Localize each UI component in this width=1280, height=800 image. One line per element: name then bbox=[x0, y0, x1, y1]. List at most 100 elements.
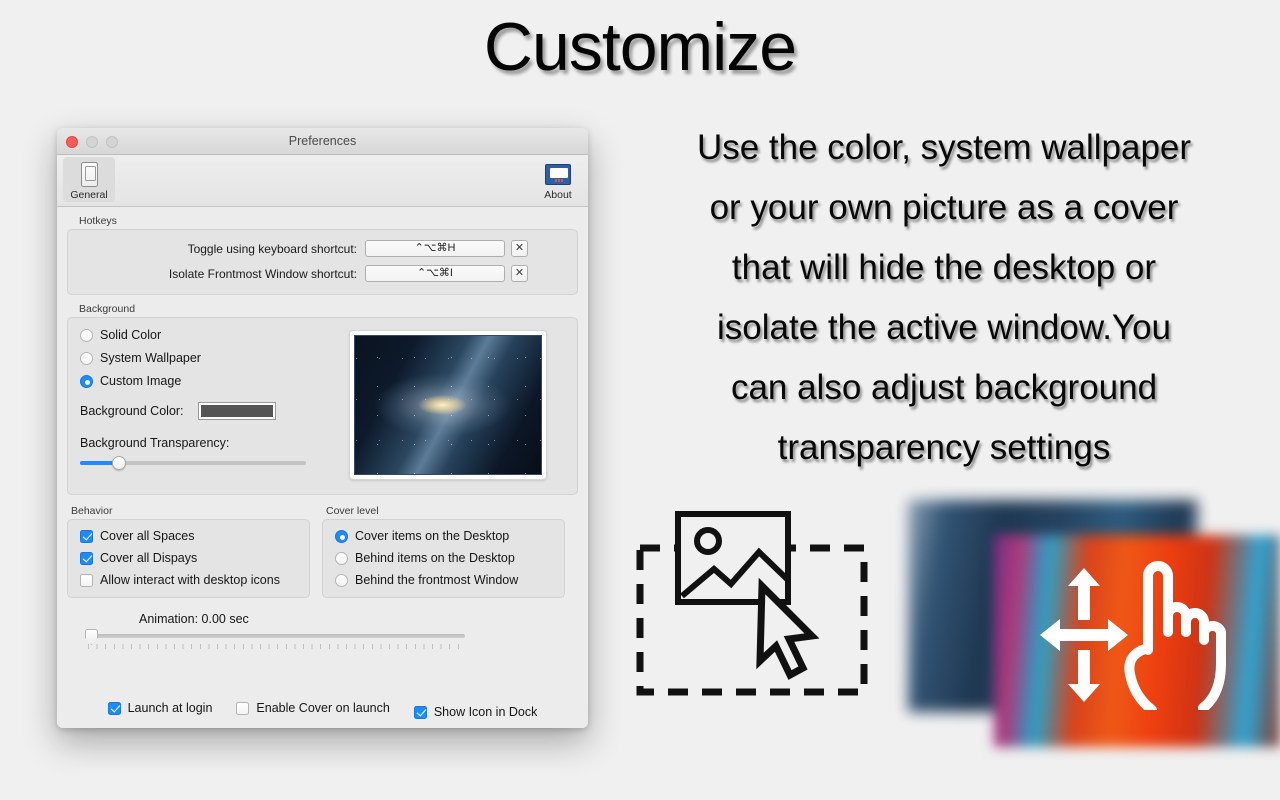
checkbox-enable-cover-on-launch[interactable]: Enable Cover on launch bbox=[236, 701, 390, 715]
paragraph-line: or your own picture as a cover bbox=[709, 188, 1179, 227]
hotkey-row: Toggle using keyboard shortcut: ⌃⌥⌘H ✕ bbox=[80, 240, 565, 257]
radio-icon bbox=[335, 573, 348, 587]
preferences-content: Hotkeys Toggle using keyboard shortcut: … bbox=[57, 215, 588, 728]
checkbox-icon bbox=[80, 573, 93, 587]
wallpaper-preview-column bbox=[330, 328, 565, 480]
behavior-group: Cover all Spaces Cover all Dispays Allow… bbox=[67, 519, 310, 598]
hotkeys-group: Toggle using keyboard shortcut: ⌃⌥⌘H ✕ I… bbox=[67, 229, 578, 295]
zoom-button-icon[interactable] bbox=[106, 136, 118, 148]
paragraph-line: transparency settings bbox=[777, 428, 1111, 467]
marketing-paragraph: Use the color, system wallpaper or your … bbox=[616, 118, 1272, 478]
blurred-wallpaper-pair bbox=[900, 500, 1280, 748]
slider-tick-marks bbox=[88, 644, 464, 649]
background-color-label: Background Color: bbox=[80, 404, 184, 418]
monitor-icon bbox=[532, 160, 584, 188]
page-title: Customize bbox=[483, 9, 797, 85]
galaxy-wallpaper-image bbox=[353, 335, 542, 475]
isolate-shortcut-label: Isolate Frontmost Window shortcut: bbox=[168, 266, 357, 281]
radio-solid-color-label: Solid Color bbox=[100, 328, 162, 342]
radio-behind-items-desktop[interactable]: Behind items on the Desktop bbox=[335, 551, 554, 565]
animation-section: Animation: 0.00 sec bbox=[67, 612, 578, 654]
checkbox-show-icon-in-dock[interactable]: Show Icon in Dock bbox=[413, 701, 538, 723]
image-placeholder-cursor-icon bbox=[636, 508, 868, 696]
radio-system-wallpaper[interactable]: System Wallpaper bbox=[80, 351, 330, 365]
radio-icon bbox=[80, 351, 93, 365]
checkbox-checked-icon bbox=[80, 551, 93, 565]
isolate-shortcut-field[interactable]: ⌃⌥⌘I bbox=[365, 265, 505, 282]
window-title: Preferences bbox=[288, 134, 357, 148]
clear-toggle-shortcut-button[interactable]: ✕ bbox=[511, 240, 528, 257]
checkbox-checked-icon bbox=[107, 701, 121, 715]
radio-behind-frontmost-window[interactable]: Behind the frontmost Window bbox=[335, 573, 554, 587]
checkbox-allow-interact-desktop-icons[interactable]: Allow interact with desktop icons bbox=[80, 573, 299, 587]
background-group: Solid Color System Wallpaper Custom Imag… bbox=[67, 317, 578, 495]
radio-cover-items-desktop-label: Cover items on the Desktop bbox=[355, 529, 510, 543]
wallpaper-preview[interactable] bbox=[348, 330, 547, 480]
radio-system-wallpaper-label: System Wallpaper bbox=[100, 351, 201, 365]
checkbox-checked-icon bbox=[80, 529, 93, 543]
cover-level-section: Cover level Cover items on the Desktop B… bbox=[322, 497, 565, 598]
slider-track bbox=[85, 634, 465, 638]
checkbox-checked-icon bbox=[413, 705, 427, 719]
hotkey-row: Isolate Frontmost Window shortcut: ⌃⌥⌘I … bbox=[80, 265, 565, 282]
background-color-row: Background Color: bbox=[80, 402, 330, 420]
radio-selected-icon bbox=[80, 374, 93, 388]
radio-behind-frontmost-window-label: Behind the frontmost Window bbox=[355, 573, 519, 587]
radio-icon bbox=[80, 328, 93, 342]
cover-level-group-label: Cover level bbox=[326, 505, 379, 517]
checkbox-allow-interact-label: Allow interact with desktop icons bbox=[100, 573, 280, 587]
minimize-button-icon[interactable] bbox=[86, 136, 98, 148]
radio-selected-icon bbox=[335, 529, 348, 543]
radio-behind-items-desktop-label: Behind items on the Desktop bbox=[355, 551, 515, 565]
radio-cover-items-desktop[interactable]: Cover items on the Desktop bbox=[335, 529, 554, 543]
toolbar-item-general[interactable]: General bbox=[63, 157, 115, 202]
radio-custom-image-label: Custom Image bbox=[100, 374, 182, 388]
move-arrows-icon bbox=[1040, 568, 1128, 702]
checkbox-cover-all-spaces[interactable]: Cover all Spaces bbox=[80, 529, 299, 543]
window-titlebar[interactable]: Preferences bbox=[57, 128, 588, 155]
background-transparency-slider[interactable] bbox=[80, 456, 306, 470]
toolbar-item-general-label: General bbox=[70, 189, 108, 201]
traffic-lights bbox=[66, 136, 118, 148]
radio-icon bbox=[335, 551, 348, 565]
behavior-group-label: Behavior bbox=[71, 505, 113, 517]
slider-thumb[interactable] bbox=[111, 456, 126, 470]
move-arrows-hand-icon bbox=[1040, 560, 1230, 715]
toolbar-item-about[interactable]: About bbox=[532, 157, 584, 202]
paragraph-line: isolate the active window.You bbox=[716, 308, 1171, 347]
bottom-options-row: Launch at login Enable Cover on launch S… bbox=[57, 701, 588, 723]
checkbox-cover-all-spaces-label: Cover all Spaces bbox=[100, 529, 195, 543]
hotkeys-group-label: Hotkeys bbox=[79, 215, 117, 227]
background-group-label: Background bbox=[79, 303, 136, 315]
background-color-swatch[interactable] bbox=[197, 402, 276, 420]
paragraph-line: can also adjust background bbox=[730, 368, 1158, 407]
checkbox-enable-cover-label: Enable Cover on launch bbox=[256, 701, 390, 715]
light-switch-icon bbox=[63, 160, 115, 188]
toggle-shortcut-field[interactable]: ⌃⌥⌘H bbox=[365, 240, 505, 257]
background-options-column: Solid Color System Wallpaper Custom Imag… bbox=[80, 328, 330, 480]
checkbox-cover-all-displays[interactable]: Cover all Dispays bbox=[80, 551, 299, 565]
radio-custom-image[interactable]: Custom Image bbox=[80, 374, 330, 388]
checkbox-launch-at-login[interactable]: Launch at login bbox=[107, 701, 213, 715]
checkbox-cover-all-displays-label: Cover all Dispays bbox=[100, 551, 198, 565]
pointing-hand-icon bbox=[1124, 561, 1226, 715]
checkbox-icon bbox=[236, 701, 250, 715]
window-toolbar: General About bbox=[57, 155, 588, 207]
checkbox-launch-at-login-label: Launch at login bbox=[127, 701, 213, 715]
paragraph-line: Use the color, system wallpaper bbox=[696, 128, 1192, 167]
toolbar-item-about-label: About bbox=[544, 189, 572, 201]
close-button-icon[interactable] bbox=[66, 136, 78, 148]
preferences-window: Preferences General About Hotkeys Toggle… bbox=[57, 128, 588, 728]
slider-thumb[interactable] bbox=[85, 629, 98, 645]
animation-slider[interactable] bbox=[85, 629, 465, 654]
checkbox-show-icon-dock-label: Show Icon in Dock bbox=[433, 705, 538, 719]
animation-label: Animation: 0.00 sec bbox=[139, 612, 249, 626]
behavior-section: Behavior Cover all Spaces Cover all Disp… bbox=[67, 497, 310, 598]
clear-isolate-shortcut-button[interactable]: ✕ bbox=[511, 265, 528, 282]
toggle-shortcut-label: Toggle using keyboard shortcut: bbox=[187, 241, 357, 256]
background-transparency-label: Background Transparency: bbox=[80, 436, 230, 450]
paragraph-line: that will hide the desktop or bbox=[731, 248, 1157, 287]
radio-solid-color[interactable]: Solid Color bbox=[80, 328, 330, 342]
cover-level-group: Cover items on the Desktop Behind items … bbox=[322, 519, 565, 598]
behavior-and-cover-row: Behavior Cover all Spaces Cover all Disp… bbox=[67, 497, 578, 598]
